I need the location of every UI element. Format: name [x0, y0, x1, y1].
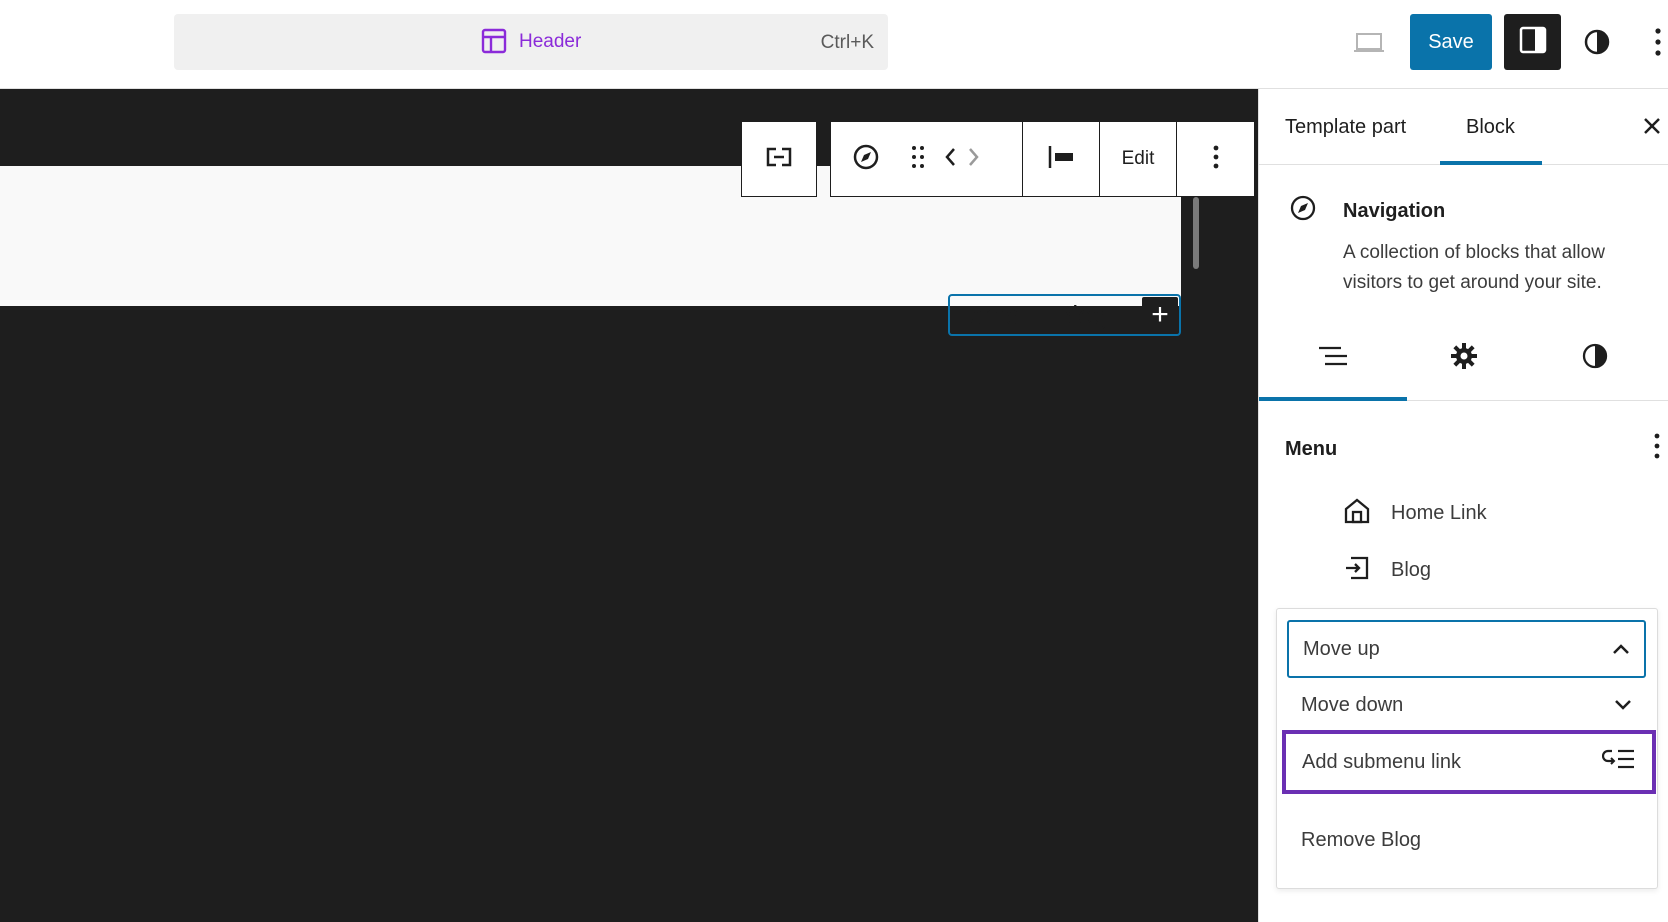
home-icon	[1343, 497, 1371, 530]
menu-item-label: Home Link	[1391, 501, 1487, 524]
command-shortcut: Ctrl+K	[820, 32, 874, 53]
active-tab-indicator	[1440, 161, 1542, 165]
block-card-description: A collection of blocks that allow visito…	[1343, 242, 1605, 293]
inspector-subtabs	[1259, 315, 1668, 401]
block-options-button[interactable]	[1177, 122, 1254, 196]
desktop-preview-icon[interactable]	[1352, 26, 1386, 60]
menu-item-blog[interactable]: Blog	[1343, 550, 1431, 590]
block-card-title: Navigation	[1343, 200, 1446, 222]
close-icon[interactable]	[1639, 113, 1665, 139]
add-submenu-icon	[1601, 748, 1636, 776]
nav-link-blog[interactable]: Blog	[1055, 300, 1107, 331]
move-right-icon	[967, 146, 981, 173]
block-type-button[interactable]	[831, 122, 901, 196]
move-down-option[interactable]: Move down	[1287, 676, 1646, 734]
tab-list-view[interactable]	[1259, 315, 1407, 401]
menu-heading: Menu	[1285, 438, 1338, 460]
select-parent-button[interactable]	[742, 122, 816, 196]
block-toolbar: Edit	[830, 121, 1255, 197]
tab-settings[interactable]	[1390, 315, 1538, 401]
more-options-icon	[1212, 144, 1220, 175]
settings-sidebar: Template part Block Navigation A collect…	[1258, 89, 1668, 922]
remove-blog-option[interactable]: Remove Blog	[1287, 811, 1646, 869]
navigation-icon	[852, 143, 880, 176]
document-title: Header	[519, 31, 582, 52]
justify-left-icon	[1046, 144, 1076, 175]
active-subtab-indicator	[1259, 397, 1407, 401]
link-icon	[764, 145, 794, 174]
canvas-scrollbar[interactable]	[1193, 197, 1199, 269]
sidebar-toggle-icon	[1519, 26, 1547, 59]
menu-item-options-dropdown: Move up Move down Add submenu link Remov…	[1276, 608, 1658, 889]
menu-options-icon[interactable]	[1653, 432, 1661, 465]
drag-handle-icon	[910, 144, 926, 175]
tab-styles[interactable]	[1521, 315, 1668, 401]
navigation-block[interactable]: Home Blog +	[948, 294, 1181, 336]
save-button[interactable]: Save	[1410, 14, 1492, 70]
option-label: Move up	[1303, 637, 1380, 660]
sidebar-tabs: Template part Block	[1259, 89, 1668, 165]
styles-icon	[1581, 342, 1609, 375]
move-right-button[interactable]	[961, 122, 987, 196]
template-part-icon	[481, 28, 507, 54]
options-icon[interactable]	[1648, 24, 1668, 60]
styles-icon[interactable]	[1581, 26, 1613, 58]
tab-block[interactable]: Block	[1466, 116, 1515, 139]
move-left-button[interactable]	[937, 122, 963, 196]
option-label: Add submenu link	[1302, 750, 1461, 773]
editor-canvas[interactable]: Home Blog + Edit	[0, 89, 1258, 922]
option-label: Move down	[1301, 693, 1404, 716]
menu-item-label: Blog	[1391, 558, 1432, 581]
settings-sidebar-toggle[interactable]	[1504, 14, 1561, 70]
command-palette-button[interactable]: Header Ctrl+K	[174, 14, 888, 70]
move-up-option[interactable]: Move up	[1287, 620, 1646, 678]
move-left-icon	[943, 146, 957, 173]
add-nav-link-button[interactable]: +	[1142, 297, 1178, 333]
nav-link-home[interactable]: Home	[950, 300, 1019, 331]
toolbar-parent-group	[741, 121, 817, 197]
editor-header: Header Ctrl+K Save	[0, 0, 1668, 89]
list-view-icon	[1317, 343, 1349, 374]
menu-item-home-link[interactable]: Home Link	[1343, 493, 1487, 533]
edit-button[interactable]: Edit	[1100, 122, 1176, 196]
drag-handle[interactable]	[901, 122, 935, 196]
justification-button[interactable]	[1023, 122, 1099, 196]
tab-template-part[interactable]: Template part	[1285, 116, 1406, 139]
option-label: Remove Blog	[1301, 828, 1422, 851]
navigation-icon	[1289, 194, 1317, 227]
settings-icon	[1450, 342, 1478, 375]
add-submenu-link-option[interactable]: Add submenu link	[1282, 730, 1656, 794]
chevron-down-icon	[1614, 694, 1632, 717]
chevron-up-icon	[1612, 638, 1630, 661]
custom-link-icon	[1343, 554, 1371, 587]
